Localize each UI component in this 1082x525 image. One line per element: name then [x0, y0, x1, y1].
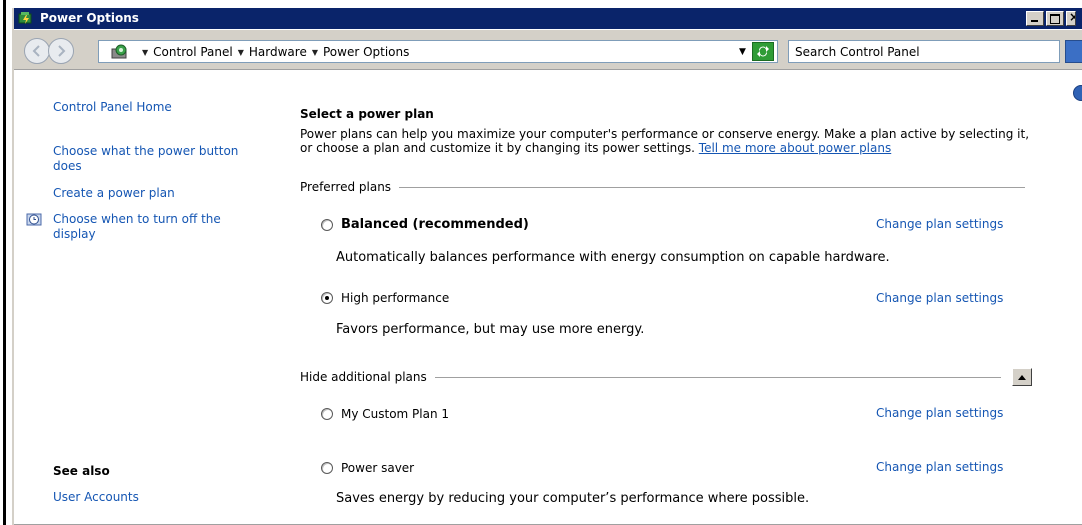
tell-me-more-link[interactable]: Tell me more about power plans	[699, 141, 891, 155]
display-clock-icon	[26, 212, 43, 228]
radio-my-custom-plan-1[interactable]	[321, 408, 333, 420]
preferred-plans-heading: Preferred plans	[300, 180, 392, 194]
breadcrumb-hardware[interactable]: Hardware	[249, 45, 307, 59]
refresh-button[interactable]	[752, 42, 774, 61]
radio-balanced[interactable]	[321, 218, 333, 231]
plan-name[interactable]: Power saver	[341, 461, 414, 475]
breadcrumb-separator-icon[interactable]: ▼	[312, 48, 318, 57]
desktop-left-edge	[0, 0, 10, 525]
search-icon[interactable]	[1065, 40, 1082, 63]
close-icon: ×	[1069, 12, 1075, 24]
change-plan-settings-custom[interactable]: Change plan settings	[876, 406, 1003, 420]
see-also-heading: See also	[53, 464, 110, 478]
plan-power-saver[interactable]: Power saver	[321, 461, 414, 475]
additional-plans-group: Hide additional plans	[300, 370, 1001, 384]
address-toolbar: ▼ Control Panel ▼ Hardware ▼ Power Optio…	[14, 30, 1082, 70]
power-options-app-icon	[18, 11, 34, 26]
change-plan-settings-power-saver[interactable]: Change plan settings	[876, 460, 1003, 474]
control-panel-icon	[111, 44, 129, 60]
breadcrumb-power-options[interactable]: Power Options	[323, 45, 409, 59]
refresh-icon	[757, 46, 769, 57]
page-description: Power plans can help you maximize your c…	[300, 127, 1040, 155]
breadcrumb-separator-icon[interactable]: ▼	[142, 48, 148, 57]
preferred-plans-group: Preferred plans	[300, 180, 1026, 194]
power-options-window: Power Options × ▼ Control Panel	[12, 8, 1082, 525]
title-bar[interactable]: Power Options ×	[14, 8, 1082, 29]
plan-description: Favors performance, but may use more ene…	[336, 322, 645, 337]
plan-balanced[interactable]: Balanced (recommended)	[321, 217, 529, 232]
plan-description: Saves energy by reducing your computer’s…	[336, 491, 810, 506]
help-icon[interactable]	[1073, 85, 1082, 101]
page-title: Select a power plan	[300, 107, 434, 121]
close-button[interactable]: ×	[1066, 11, 1076, 26]
group-divider	[399, 186, 1026, 188]
group-divider	[434, 376, 1001, 378]
plan-my-custom-plan-1[interactable]: My Custom Plan 1	[321, 407, 449, 421]
radio-power-saver[interactable]	[321, 462, 333, 474]
change-plan-settings-high-performance[interactable]: Change plan settings	[876, 291, 1003, 305]
back-arrow-icon	[32, 45, 40, 57]
maximize-button[interactable]	[1046, 11, 1064, 26]
content-area: Control Panel Home Choose what the power…	[14, 71, 1082, 525]
breadcrumb: ▼ Control Panel ▼ Hardware ▼ Power Optio…	[137, 45, 409, 59]
search-box[interactable]	[788, 40, 1060, 63]
forward-button[interactable]	[48, 38, 74, 64]
forward-arrow-icon	[58, 45, 66, 57]
turn-off-display-link[interactable]: Choose when to turn off the display	[53, 212, 243, 242]
window-title: Power Options	[40, 11, 139, 25]
description-text: Power plans can help you maximize your c…	[300, 127, 1030, 155]
plan-name[interactable]: My Custom Plan 1	[341, 407, 449, 421]
change-plan-settings-balanced[interactable]: Change plan settings	[876, 217, 1003, 231]
breadcrumb-control-panel[interactable]: Control Panel	[153, 45, 233, 59]
radio-high-performance[interactable]	[321, 292, 333, 304]
address-dropdown-icon[interactable]: ▼	[739, 47, 746, 57]
plan-name[interactable]: High performance	[341, 291, 449, 305]
search-input[interactable]	[795, 42, 1055, 62]
plan-name[interactable]: Balanced (recommended)	[341, 217, 529, 232]
plan-description: Automatically balances performance with …	[336, 250, 890, 265]
breadcrumb-bar[interactable]: ▼ Control Panel ▼ Hardware ▼ Power Optio…	[98, 40, 778, 63]
power-button-link[interactable]: Choose what the power button does	[53, 144, 253, 174]
user-accounts-link[interactable]: User Accounts	[53, 490, 263, 505]
plan-high-performance[interactable]: High performance	[321, 291, 449, 305]
back-button[interactable]	[24, 38, 50, 64]
create-power-plan-link[interactable]: Create a power plan	[53, 186, 263, 201]
breadcrumb-separator-icon[interactable]: ▼	[238, 48, 244, 57]
control-panel-home-link[interactable]: Control Panel Home	[53, 100, 263, 115]
collapse-additional-plans-button[interactable]	[1012, 368, 1032, 386]
minimize-button[interactable]	[1026, 11, 1044, 26]
hide-additional-plans-heading: Hide additional plans	[300, 370, 427, 384]
chevron-up-icon	[1018, 375, 1026, 380]
